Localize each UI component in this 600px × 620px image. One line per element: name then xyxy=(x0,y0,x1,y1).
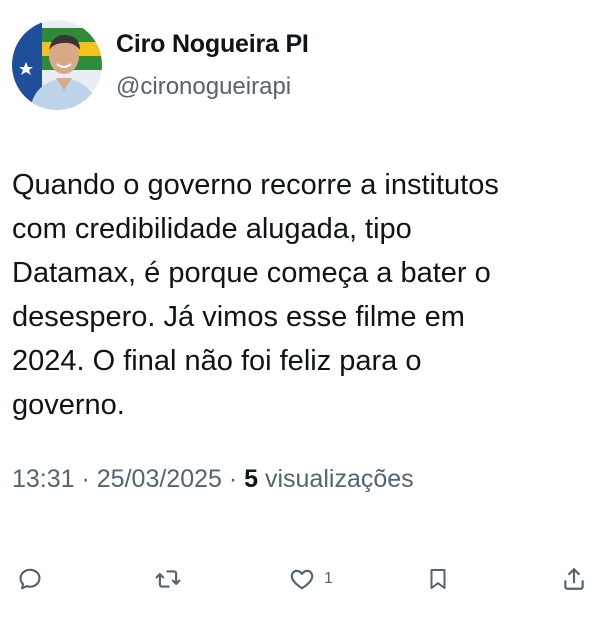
bookmark-button[interactable] xyxy=(426,562,450,596)
reply-icon xyxy=(19,568,41,590)
share-icon xyxy=(564,568,584,590)
tweet-text: Quando o governo recorre a institutos co… xyxy=(12,169,499,421)
views-count: 5 xyxy=(244,465,259,493)
retweet-icon xyxy=(155,570,181,588)
views-label: visualizações xyxy=(258,465,414,493)
heart-icon xyxy=(290,569,314,590)
reply-button[interactable] xyxy=(17,562,43,596)
meta-separator: · xyxy=(74,465,97,493)
like-count: 1 xyxy=(324,570,333,587)
action-bar: 1 xyxy=(0,562,600,596)
meta-separator: · xyxy=(221,465,245,493)
tweet-date[interactable]: 25/03/2025 xyxy=(97,465,222,493)
tweet-meta: 13:31 · 25/03/2025 · 5 visualizações xyxy=(12,465,414,494)
author-avatar[interactable] xyxy=(12,20,102,110)
bookmark-icon xyxy=(430,569,446,589)
like-button[interactable]: 1 xyxy=(288,562,333,596)
retweet-button[interactable] xyxy=(154,562,182,596)
author-name[interactable]: Ciro Nogueira PI xyxy=(116,30,309,59)
tweet-time[interactable]: 13:31 xyxy=(12,465,75,493)
author-handle[interactable]: @cironogueirapi xyxy=(116,73,291,101)
share-button[interactable] xyxy=(561,562,587,596)
profile-photo-icon xyxy=(12,20,102,110)
